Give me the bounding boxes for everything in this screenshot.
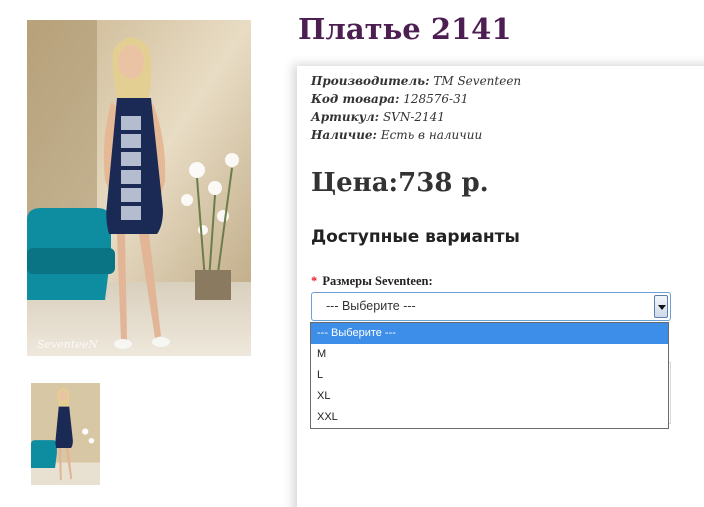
detail-label: Наличие:: [311, 128, 377, 142]
size-label-text: Размеры Seventeen:: [322, 274, 433, 288]
product-details: Производитель: TM Seventeen Код товара: …: [311, 72, 521, 144]
size-select[interactable]: --- Выберите ---: [311, 292, 671, 321]
product-photo-illustration: SeventeeN: [27, 20, 251, 356]
detail-manufacturer: Производитель: TM Seventeen: [311, 72, 521, 90]
chevron-down-icon[interactable]: [654, 295, 668, 318]
thumbnail-image[interactable]: [31, 383, 100, 485]
variants-heading: Доступные варианты: [311, 227, 520, 247]
detail-value: TM Seventeen: [433, 74, 522, 88]
detail-label: Артикул:: [311, 110, 380, 124]
size-label: * Размеры Seventeen:: [311, 274, 433, 289]
size-option[interactable]: M: [311, 344, 668, 365]
size-option[interactable]: L: [311, 365, 668, 386]
detail-label: Код товара:: [311, 92, 400, 106]
product-info-panel: Производитель: TM Seventeen Код товара: …: [297, 66, 704, 507]
size-dropdown-list: --- Выберите --- M L XL XXL: [310, 322, 669, 429]
size-select-value: --- Выберите ---: [326, 299, 416, 313]
size-option[interactable]: XXL: [311, 407, 668, 428]
thumbnail-illustration: [31, 383, 100, 485]
detail-sku: Артикул: SVN-2141: [311, 108, 521, 126]
detail-label: Производитель:: [311, 74, 430, 88]
size-option[interactable]: --- Выберите ---: [311, 323, 668, 344]
product-title: Платье 2141: [298, 12, 512, 46]
detail-availability: Наличие: Есть в наличии: [311, 126, 521, 144]
main-product-image[interactable]: SeventeeN: [27, 20, 251, 356]
size-option[interactable]: XL: [311, 386, 668, 407]
detail-product-code: Код товара: 128576-31: [311, 90, 521, 108]
detail-value: Есть в наличии: [380, 128, 483, 142]
detail-value: SVN-2141: [382, 110, 445, 124]
required-marker: *: [311, 274, 318, 288]
product-price: Цена:738 р.: [311, 168, 489, 198]
detail-value: 128576-31: [403, 92, 469, 106]
image-watermark: SeventeeN: [37, 338, 98, 351]
